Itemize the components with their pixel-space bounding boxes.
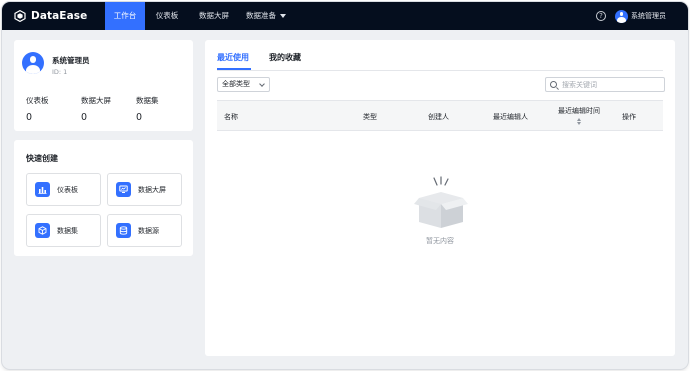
tab-recent[interactable]: 最近使用: [217, 52, 249, 63]
type-filter-select[interactable]: 全部类型: [217, 77, 270, 92]
nav-dashboard-label: 仪表板: [155, 11, 179, 20]
create-datasource-label: 数据源: [138, 226, 159, 235]
top-navigation-bar: DataEase 工作台 仪表板 数据大屏 数据准备 ? 系统管理员: [2, 2, 688, 30]
user-avatar-icon: [615, 9, 628, 23]
chevron-down-icon: [259, 81, 265, 87]
quick-create-title: 快速创建: [26, 154, 58, 163]
stat-value: 0: [136, 112, 143, 123]
create-dashboard-label: 仪表板: [57, 185, 78, 194]
create-datasource-button[interactable]: 数据源: [107, 214, 182, 247]
column-last-edit-time-label: 最近编辑时间: [558, 107, 600, 115]
logo[interactable]: DataEase: [14, 9, 87, 23]
create-data-screen-button[interactable]: 数据大屏: [107, 173, 182, 206]
stat-label: 数据大屏: [81, 96, 111, 105]
database-icon: [116, 223, 131, 238]
column-creator: 创建人: [428, 113, 449, 121]
search-input[interactable]: 搜索关键词: [545, 77, 665, 92]
tab-favorites[interactable]: 我的收藏: [269, 52, 301, 63]
user-menu[interactable]: 系统管理员: [615, 9, 666, 23]
nav-data-screen[interactable]: 数据大屏: [191, 2, 237, 30]
tabs-divider: [217, 70, 663, 71]
nav-dashboard[interactable]: 仪表板: [147, 2, 187, 30]
top-user-name: 系统管理员: [631, 12, 666, 20]
search-placeholder: 搜索关键词: [562, 81, 597, 89]
column-last-editor: 最近编辑人: [493, 113, 528, 121]
dataease-logo-icon: [14, 10, 26, 22]
active-tab-indicator: [217, 68, 251, 70]
app-window: DataEase 工作台 仪表板 数据大屏 数据准备 ? 系统管理员 系统管理员…: [2, 2, 688, 369]
profile-name: 系统管理员: [52, 56, 90, 65]
create-dataset-button[interactable]: 数据集: [26, 214, 101, 247]
column-name: 名称: [224, 113, 238, 121]
stat-data-screen: 数据大屏 0: [81, 95, 111, 123]
stat-label: 仪表板: [26, 96, 49, 105]
nav-data-prep-label: 数据准备: [246, 11, 276, 20]
avatar: [22, 52, 44, 74]
nav-data-screen-label: 数据大屏: [199, 11, 229, 20]
dashboard-chart-icon: [35, 182, 50, 197]
column-actions: 操作: [622, 113, 636, 121]
stat-dashboard: 仪表板 0: [26, 95, 49, 123]
chevron-down-icon: [280, 14, 286, 18]
nav-workbench-label: 工作台: [113, 11, 137, 20]
stat-label: 数据集: [136, 96, 159, 105]
logo-text: DataEase: [31, 10, 88, 22]
sort-icon[interactable]: [576, 118, 582, 125]
stat-value: 0: [81, 112, 88, 123]
screen-icon: [116, 182, 131, 197]
stat-dataset: 数据集 0: [136, 95, 159, 123]
help-icon[interactable]: ?: [596, 11, 606, 21]
empty-state-text: 暂无内容: [426, 237, 454, 245]
create-dashboard-button[interactable]: 仪表板: [26, 173, 101, 206]
table-header: 名称 类型 创建人 最近编辑人 最近编辑时间 操作: [217, 100, 663, 131]
column-last-edit-time[interactable]: 最近编辑时间: [558, 106, 600, 125]
recent-panel: 最近使用 我的收藏 全部类型 搜索关键词 名称 类型 创建人 最近编辑人 最近编…: [205, 40, 675, 356]
empty-box-icon: [414, 176, 468, 228]
stat-value: 0: [26, 112, 33, 123]
search-icon: [550, 81, 557, 88]
create-dataset-label: 数据集: [57, 226, 78, 235]
profile-id: ID: 1: [52, 68, 68, 76]
cube-icon: [35, 223, 50, 238]
create-data-screen-label: 数据大屏: [138, 185, 166, 194]
profile-card: 系统管理员 ID: 1 仪表板 0 数据大屏 0 数据集 0: [14, 40, 193, 131]
nav-data-prep[interactable]: 数据准备: [241, 2, 291, 30]
nav-workbench[interactable]: 工作台: [105, 2, 145, 30]
column-type: 类型: [363, 113, 377, 121]
type-filter-value: 全部类型: [222, 80, 250, 88]
quick-create-card: 快速创建 仪表板 数据大屏 数据集 数据源: [14, 140, 193, 256]
